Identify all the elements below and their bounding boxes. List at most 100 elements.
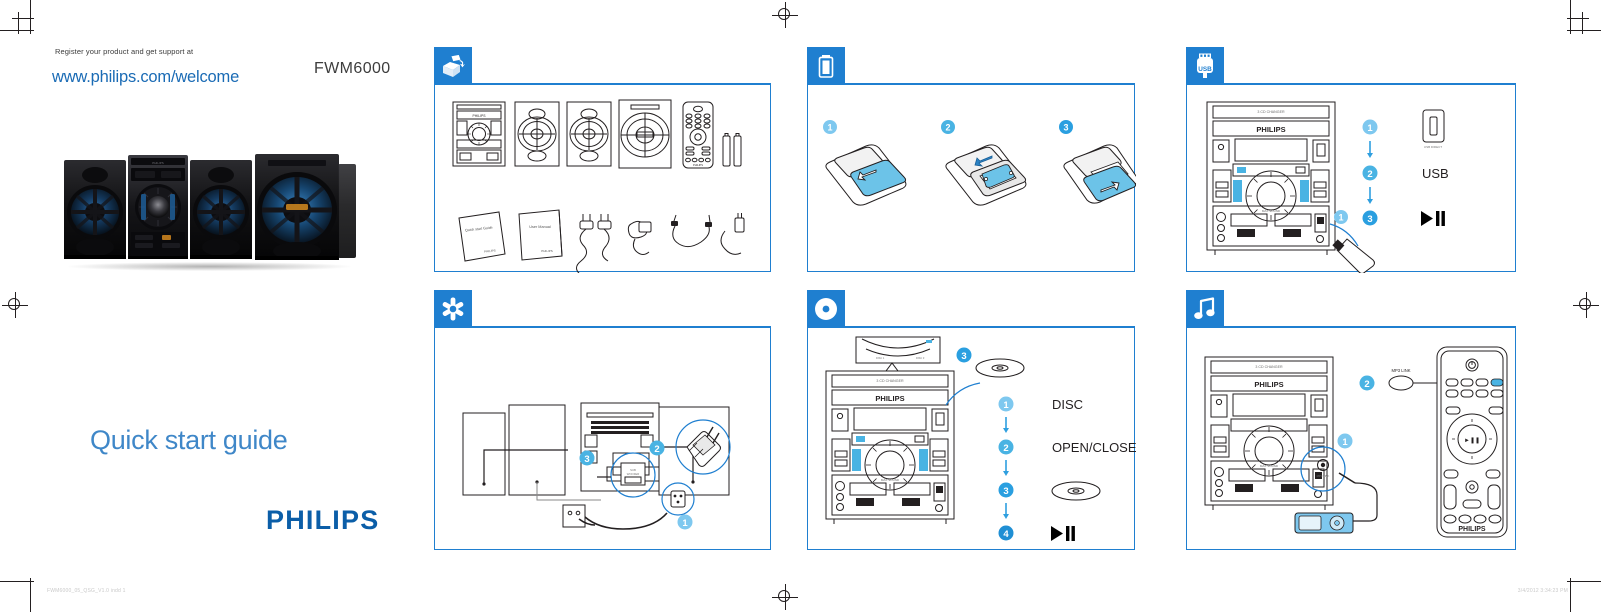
crop-mark-top-left-h bbox=[0, 30, 34, 32]
usb-tab-icon: USB bbox=[1186, 47, 1224, 85]
svg-text:3: 3 bbox=[1367, 214, 1372, 225]
svg-text:3 CD CHANGER: 3 CD CHANGER bbox=[1257, 110, 1285, 114]
unbox-speaker-right bbox=[566, 101, 612, 167]
battery-tab-icon bbox=[807, 47, 845, 85]
unbox-speaker-cable bbox=[720, 213, 745, 255]
crop-mark-top-left-v2 bbox=[18, 12, 20, 34]
crop-mark-bottom-right-v bbox=[1569, 578, 1571, 612]
setup-tab-icon bbox=[434, 290, 472, 328]
svg-text:2: 2 bbox=[1364, 379, 1369, 390]
usb-step-list: 1 USB DIRECT 2 USB 3 bbox=[1362, 109, 1449, 226]
unbox-subwoofer bbox=[618, 99, 672, 169]
usb-tab-rule bbox=[1224, 83, 1516, 85]
remote-brand-label: PHILIPS bbox=[1458, 526, 1486, 533]
crop-mark-bottom-left-v bbox=[30, 578, 32, 612]
svg-text:1: 1 bbox=[1342, 437, 1348, 448]
svg-text:1: 1 bbox=[682, 518, 688, 529]
panel-unboxing: PHILIPS PHILIPS Quick start Guide PHILIP… bbox=[434, 47, 771, 276]
unboxing-tab-rule bbox=[472, 83, 771, 85]
disc-tab-rule bbox=[845, 326, 1135, 328]
footer-print-code: FWM6000_05_QSG_V1.0 indd 1 bbox=[47, 588, 126, 594]
disc-open-tray: DISC 1 DISC 3 bbox=[855, 336, 941, 372]
disc-unit-front: 3 CD CHANGER PHILIPS MAX SOUND bbox=[825, 370, 955, 524]
registration-mark-top bbox=[772, 2, 798, 28]
unbox-main-unit: PHILIPS bbox=[452, 101, 506, 167]
usb-tab-label-glyph: USB bbox=[1198, 66, 1212, 73]
usb-port-on-unit bbox=[1317, 217, 1324, 224]
svg-text:PHILIPS: PHILIPS bbox=[875, 394, 904, 403]
battery-step2-insert bbox=[945, 144, 1027, 206]
crop-mark-bottom-right-h bbox=[1567, 580, 1601, 582]
registration-mark-bottom bbox=[772, 584, 798, 610]
svg-text:►❚❚: ►❚❚ bbox=[1464, 437, 1480, 444]
svg-text:3: 3 bbox=[1063, 123, 1068, 133]
battery-step1-remote bbox=[825, 144, 907, 206]
svg-text:1: 1 bbox=[1338, 213, 1343, 223]
mp3link-tab-icon bbox=[1186, 290, 1224, 328]
unboxing-tab-icon bbox=[434, 47, 472, 85]
mp3link-unit-front: 3 CD CHANGER PHILIPS MAX SOUND bbox=[1204, 356, 1334, 510]
unbox-power-cord bbox=[576, 214, 612, 276]
unbox-speaker-left bbox=[514, 101, 560, 167]
disc-tab-icon bbox=[807, 290, 845, 328]
svg-text:User Manual: User Manual bbox=[529, 225, 551, 229]
unbox-quick-start-guide: Quick start Guide PHILIPS bbox=[458, 211, 506, 262]
model-number: FWM6000 bbox=[314, 60, 391, 77]
crop-mark-top-left-v bbox=[30, 0, 32, 34]
crop-mark-top-right-v bbox=[1569, 0, 1571, 34]
crop-mark-top-right-v2 bbox=[1581, 12, 1583, 34]
svg-text:PHILIPS: PHILIPS bbox=[1254, 380, 1283, 389]
usb-unit-front: 3 CD CHANGER PHILIPS MAX SOUND bbox=[1206, 101, 1336, 255]
disc-step2-label: OPEN/CLOSE bbox=[1052, 440, 1136, 455]
svg-text:1: 1 bbox=[1003, 400, 1009, 411]
remote-mp3link-button bbox=[1490, 378, 1504, 387]
svg-text:USB DIRECT: USB DIRECT bbox=[1424, 145, 1442, 149]
hifi-system-photo: PHILIPS bbox=[62, 152, 357, 271]
disc-step-list: 1 DISC 2 OPEN/CLOSE 3 4 bbox=[998, 396, 1137, 541]
svg-text:1: 1 bbox=[1367, 123, 1373, 134]
svg-text:2: 2 bbox=[654, 444, 659, 455]
svg-text:2: 2 bbox=[1367, 169, 1372, 180]
svg-text:PHILIPS: PHILIPS bbox=[472, 114, 486, 118]
svg-text:PHILIPS: PHILIPS bbox=[1256, 125, 1285, 134]
mp3link-button-label: MP3 LINK bbox=[1391, 368, 1410, 373]
svg-text:1: 1 bbox=[827, 123, 832, 133]
panel-battery: 1 2 3 bbox=[807, 47, 1139, 272]
registration-mark-right bbox=[1573, 292, 1599, 318]
svg-text:2: 2 bbox=[1003, 443, 1008, 454]
footer-timestamp: 3/4/2012 3:34:23 PM bbox=[1517, 588, 1568, 594]
svg-text:3: 3 bbox=[1003, 486, 1008, 497]
registration-mark-left bbox=[2, 292, 28, 318]
svg-text:2: 2 bbox=[945, 123, 950, 133]
mp3link-remote-control: ►❚❚ PHILIPS bbox=[1436, 346, 1508, 538]
mp3link-tab-rule bbox=[1224, 326, 1516, 328]
usb-step3-play-pause-icon bbox=[1421, 211, 1445, 226]
crop-mark-top-left-h2 bbox=[12, 18, 34, 20]
panel-setup: SUB WOOFER 3 2 1 bbox=[434, 290, 771, 550]
register-product-text: Register your product and get support at bbox=[55, 47, 194, 56]
unbox-fm-antenna bbox=[627, 220, 652, 255]
svg-text:MAX SOUND: MAX SOUND bbox=[1262, 209, 1281, 213]
svg-text:3: 3 bbox=[961, 351, 966, 362]
battery-tab-rule bbox=[845, 83, 1135, 85]
unbox-audio-cable bbox=[671, 214, 712, 248]
page-title: Quick start guide bbox=[90, 425, 288, 455]
setup-tab-rule bbox=[472, 326, 771, 328]
unbox-remote-control: PHILIPS bbox=[682, 101, 714, 169]
unboxing-content-box: PHILIPS PHILIPS Quick start Guide PHILIP… bbox=[434, 83, 771, 276]
crop-mark-top-right-h bbox=[1567, 30, 1601, 32]
svg-text:3 CD CHANGER: 3 CD CHANGER bbox=[876, 379, 904, 383]
crop-mark-top-right-h2 bbox=[1567, 18, 1589, 20]
usb-step2-label: USB bbox=[1422, 166, 1449, 181]
svg-text:DISC 3: DISC 3 bbox=[916, 356, 925, 360]
disc-step4-play-pause-icon bbox=[1051, 526, 1075, 541]
svg-text:MP3 LINK: MP3 LINK bbox=[1317, 474, 1330, 478]
panel-usb: USB 3 CD CHANGER PHILIPS MAX SOUND 1 1 U… bbox=[1186, 47, 1516, 274]
svg-text:MAX SOUND: MAX SOUND bbox=[1260, 464, 1279, 468]
unbox-batteries bbox=[722, 133, 742, 167]
svg-text:3 CD CHANGER: 3 CD CHANGER bbox=[1255, 365, 1283, 369]
svg-text:MAX SOUND: MAX SOUND bbox=[881, 478, 900, 482]
philips-welcome-url[interactable]: www.philips.com/welcome bbox=[52, 68, 239, 87]
disc-insert-callout: 3 bbox=[945, 347, 1025, 406]
quick-start-guide-page: Register your product and get support at… bbox=[0, 0, 1601, 612]
